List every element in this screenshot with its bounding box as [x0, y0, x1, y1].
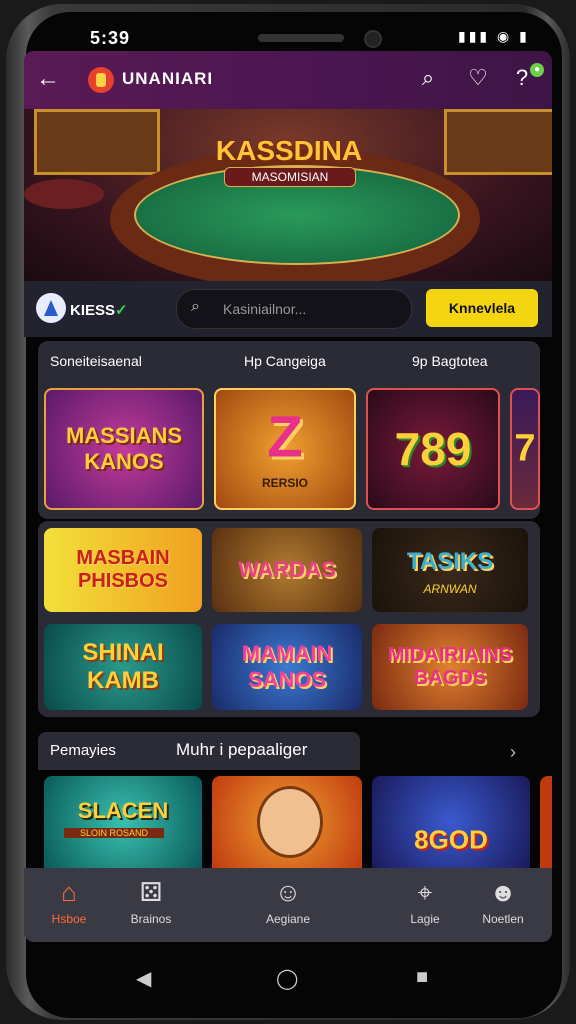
bottom-nav: ⌂ Hsboe ⚄ Brainos ☺ Aegiane ⌖ Lagie ☻ No… — [24, 868, 552, 942]
brand-name: KIESS✓ — [70, 302, 128, 319]
bar-stool — [24, 179, 104, 209]
game-subtitle: RERSIO — [261, 476, 308, 490]
game-tile[interactable]: MASSIANS KANOS — [44, 388, 204, 510]
home-circle-icon[interactable]: ◯ — [276, 966, 298, 991]
game-title: SHINAI KAMB — [82, 639, 164, 694]
game-tile[interactable]: 789 — [366, 388, 500, 510]
verified-check: ✓ — [115, 302, 128, 319]
earpiece — [258, 34, 344, 42]
nav-label: Lagie — [410, 912, 440, 926]
system-nav-bar: ◀ ◯ ■ — [24, 948, 552, 1008]
back-arrow-icon[interactable]: ← — [36, 65, 60, 93]
game-tile[interactable]: Z RERSIO — [214, 388, 356, 510]
game-title: SLACEN — [77, 797, 169, 823]
back-triangle-icon[interactable]: ◀ — [136, 966, 151, 991]
status-icons: ▮▮▮ ◉ ▮ — [458, 28, 530, 44]
game-tile[interactable]: MAMAIN SANOS — [212, 624, 362, 710]
nav-item-casino[interactable]: ⚄ Brainos — [106, 876, 196, 926]
game-tile[interactable]: 7 — [510, 388, 540, 510]
game-title: MASBAIN PHISBOS — [76, 547, 170, 592]
game-title: 789 — [394, 423, 472, 475]
user-icon: ☻ — [489, 877, 517, 907]
dice-icon: ⚄ — [139, 877, 163, 907]
brand-logo-icon — [36, 293, 66, 323]
cta-button[interactable]: Knnevlela — [426, 289, 538, 327]
game-tile[interactable]: MIDAIRIAINS BAGDS — [372, 624, 528, 710]
game-title: Z — [267, 404, 303, 470]
game-subtitle: ARNWAN — [423, 582, 477, 596]
search-icon[interactable]: ⌕ — [414, 65, 442, 91]
game-title: TASIKS — [406, 547, 494, 575]
notification-badge: ● — [530, 63, 544, 77]
nav-label: Noetlen — [482, 912, 524, 926]
front-camera — [364, 30, 382, 48]
game-title: 8GOD — [414, 824, 488, 855]
game-title: WARDAS — [238, 557, 336, 582]
game-tile[interactable]: 8GOD — [372, 776, 530, 868]
chevron-right-icon[interactable]: › — [510, 742, 516, 763]
status-time: 5:39 — [90, 28, 131, 48]
app-logo-icon — [88, 67, 114, 93]
game-tile[interactable]: SHINAI KAMB — [44, 624, 202, 710]
game-tile[interactable]: SLACEN SLOIN ROSAND — [44, 776, 202, 868]
section-label[interactable]: Muhr i pepaaliger — [176, 740, 307, 760]
slot-machine-left — [34, 109, 160, 175]
app-bar: ← UNANIARI ⌕ ♡ ? ● — [24, 51, 552, 109]
app-title: UNANIARI — [122, 69, 214, 88]
section-label[interactable]: 9p Bagtotea — [412, 353, 488, 369]
heart-icon[interactable]: ♡ — [464, 65, 492, 91]
section-label[interactable]: Soneiteisaenal — [50, 353, 142, 369]
game-tile[interactable]: WARDAS — [212, 528, 362, 612]
slot-machine-right — [444, 109, 552, 175]
nav-item-profile[interactable]: ☺ Aegiane — [243, 876, 333, 926]
nav-label: Brainos — [130, 912, 172, 926]
section-label[interactable]: Pemayies — [50, 742, 116, 759]
toolbar: KIESS✓ ⌕ Kasiniailnor... Knnevlela — [24, 281, 552, 337]
recents-square-icon[interactable]: ■ — [416, 966, 428, 989]
nav-item-home[interactable]: ⌂ Hsboe — [24, 876, 114, 926]
avatar-icon: ☺ — [274, 877, 302, 907]
game-title: MAMAIN SANOS — [241, 641, 333, 692]
section-header: Pemayies Muhr i pepaaliger — [38, 732, 360, 770]
nav-label: Hsboe — [51, 912, 87, 926]
game-tile[interactable]: TASIKS ARNWAN — [372, 528, 528, 612]
game-title: MASSIANS KANOS — [65, 423, 183, 474]
section-label[interactable]: Hp Cangeiga — [244, 353, 326, 369]
nav-item-account[interactable]: ☻ Noetlen — [458, 876, 548, 926]
game-tile[interactable]: MASBAIN PHISBOS — [44, 528, 202, 612]
character-art — [257, 786, 323, 858]
nav-label: Aegiane — [265, 912, 311, 926]
game-tile[interactable] — [540, 776, 552, 868]
hero-subheadline: MASOMISIAN — [224, 167, 356, 187]
search-placeholder: Kasiniailnor... — [223, 301, 307, 317]
hero-banner[interactable]: KASSDINA MASOMISIAN — [24, 109, 552, 281]
game-subtitle: SLOIN ROSAND — [64, 828, 164, 838]
game-title: MIDAIRIAINS BAGDS — [387, 644, 513, 689]
search-icon: ⌕ — [191, 298, 200, 315]
game-title: 7 — [514, 427, 536, 470]
search-input[interactable]: ⌕ Kasiniailnor... — [176, 289, 412, 329]
hero-headline: KASSDINA — [215, 135, 363, 166]
nav-item-games[interactable]: ⌖ Lagie — [380, 876, 470, 926]
gamepad-icon: ⌖ — [417, 877, 433, 907]
home-icon: ⌂ — [61, 877, 77, 907]
game-tile[interactable] — [212, 776, 362, 868]
